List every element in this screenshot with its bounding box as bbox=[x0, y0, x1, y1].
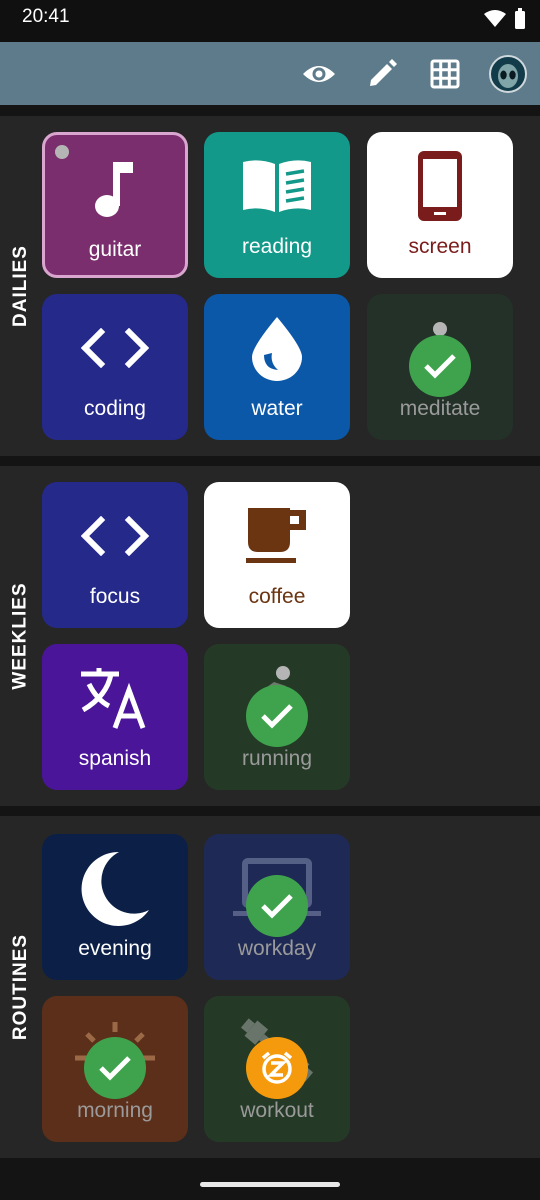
code-icon bbox=[81, 516, 149, 556]
tile-guitar[interactable]: guitar bbox=[42, 132, 188, 278]
home-gesture-handle[interactable] bbox=[200, 1182, 340, 1187]
tile-coffee[interactable]: coffee bbox=[204, 482, 350, 628]
check-icon bbox=[84, 1037, 146, 1099]
edit-button[interactable] bbox=[362, 54, 402, 94]
check-icon bbox=[246, 685, 308, 747]
tile-label: coding bbox=[84, 397, 146, 420]
status-bar: 20:41 bbox=[0, 0, 540, 42]
tile-label: morning bbox=[77, 1099, 153, 1122]
translate-icon bbox=[81, 668, 146, 729]
tile-label: water bbox=[251, 397, 303, 420]
tile-spanish[interactable]: spanish bbox=[42, 644, 188, 790]
tile-label: screen bbox=[408, 235, 472, 258]
tile-workday[interactable]: workday bbox=[204, 834, 350, 980]
tile-morning[interactable]: morning bbox=[42, 996, 188, 1142]
section-weeklies: WEEKLIES focus coffee spanish running bbox=[0, 466, 540, 806]
tile-label: evening bbox=[78, 937, 152, 960]
book-icon bbox=[243, 160, 311, 212]
tile-label: workout bbox=[240, 1099, 314, 1122]
moon-icon bbox=[81, 851, 149, 926]
check-icon bbox=[246, 875, 308, 937]
section-label: ROUTINES bbox=[10, 933, 31, 1041]
code-icon bbox=[81, 328, 149, 368]
navigation-bar bbox=[0, 1160, 540, 1200]
status-dot bbox=[276, 666, 290, 680]
section-routines: ROUTINES evening workday morning workout bbox=[0, 816, 540, 1158]
status-dot bbox=[433, 322, 447, 336]
battery-icon bbox=[515, 8, 525, 29]
eye-icon bbox=[303, 66, 335, 82]
tile-screen[interactable]: screen bbox=[367, 132, 513, 278]
alien-avatar-icon bbox=[489, 55, 527, 93]
grid-icon bbox=[430, 59, 460, 89]
tile-evening[interactable]: evening bbox=[42, 834, 188, 980]
tile-meditate[interactable]: meditate bbox=[367, 294, 513, 440]
coffee-icon bbox=[246, 508, 306, 563]
tile-label: guitar bbox=[88, 238, 142, 261]
water-drop-icon bbox=[252, 317, 302, 381]
app-bar bbox=[0, 42, 540, 105]
tile-coding[interactable]: coding bbox=[42, 294, 188, 440]
music-note-icon bbox=[95, 162, 133, 217]
status-icons bbox=[484, 8, 526, 30]
snooze-icon bbox=[246, 1037, 308, 1099]
tile-running[interactable]: running bbox=[204, 644, 350, 790]
tile-label: focus bbox=[89, 585, 141, 608]
check-icon bbox=[409, 335, 471, 397]
phone-icon bbox=[418, 151, 462, 221]
wifi-icon bbox=[484, 10, 506, 27]
status-time: 20:41 bbox=[22, 6, 70, 27]
section-label: WEEKLIES bbox=[10, 582, 32, 690]
section-dailies: DAILIES guitar reading screen coding wat… bbox=[0, 116, 540, 456]
tile-label: reading bbox=[241, 235, 313, 258]
pencil-icon bbox=[370, 59, 397, 86]
tile-label: meditate bbox=[399, 397, 481, 420]
section-label: DAILIES bbox=[10, 245, 32, 327]
grid-button[interactable] bbox=[425, 54, 465, 94]
tile-label: spanish bbox=[78, 747, 152, 770]
view-button[interactable] bbox=[299, 54, 339, 94]
tile-label: running bbox=[241, 747, 313, 770]
tile-label: workday bbox=[237, 937, 317, 960]
tile-workout[interactable]: workout bbox=[204, 996, 350, 1142]
tile-focus[interactable]: focus bbox=[42, 482, 188, 628]
tile-reading[interactable]: reading bbox=[204, 132, 350, 278]
profile-avatar[interactable] bbox=[488, 54, 528, 94]
tile-water[interactable]: water bbox=[204, 294, 350, 440]
tile-label: coffee bbox=[248, 585, 306, 608]
